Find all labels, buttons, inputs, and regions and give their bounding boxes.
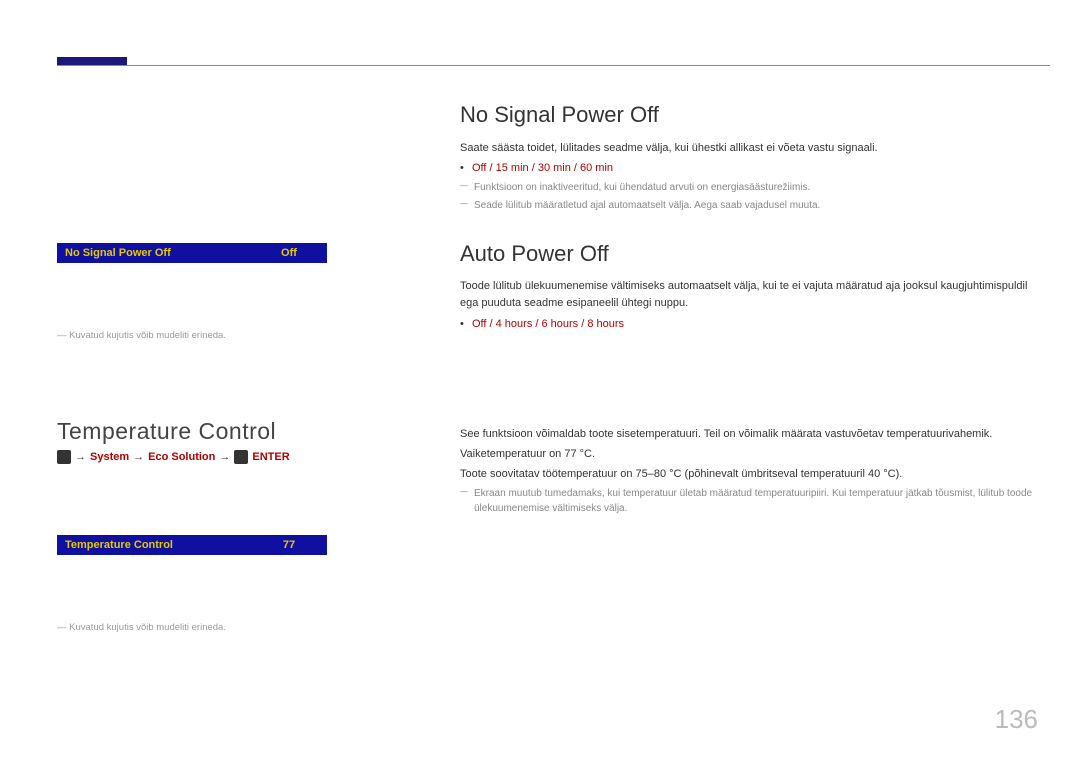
ui-nosignal-value: Off — [259, 247, 319, 259]
arrow-icon: → — [219, 451, 230, 463]
accent-bar — [57, 57, 127, 65]
enter-icon — [234, 450, 248, 464]
options-auto: Off / 4 hours / 6 hours / 8 hours — [460, 316, 1040, 333]
page-top-rule — [57, 65, 1050, 66]
arrow-icon: → — [133, 451, 144, 463]
path-eco: Eco Solution — [148, 451, 215, 463]
footnote-2: ― Kuvatud kujutis võib mudeliti erineda. — [57, 622, 392, 633]
arrow-icon: → — [75, 451, 86, 463]
ui-temp-label: Temperature Control — [65, 539, 173, 551]
note-nosignal-1: Funktsioon on inaktiveeritud, kui ühenda… — [460, 180, 1040, 195]
text-temp-3: Toote soovitatav töötemperatuur on 75–80… — [460, 466, 1040, 483]
note-temp: Ekraan muutub tumedamaks, kui temperatuu… — [460, 486, 1040, 516]
ui-temp-value: 77 — [259, 539, 319, 551]
footnote-1: ― Kuvatud kujutis võib mudeliti erineda. — [57, 330, 392, 341]
ui-preview-temperature: Temperature Control 77 — [57, 535, 327, 555]
options-auto-values: Off / 4 hours / 6 hours / 8 hours — [472, 318, 624, 330]
ui-preview-nosignal: No Signal Power Off Off — [57, 243, 327, 263]
text-auto-desc: Toode lülitub ülekuumenemise vältimiseks… — [460, 278, 1040, 312]
path-enter: ENTER — [252, 451, 289, 463]
options-nosignal: Off / 15 min / 30 min / 60 min — [460, 160, 1040, 177]
options-nosignal-values: Off / 15 min / 30 min / 60 min — [472, 162, 613, 174]
path-system: System — [90, 451, 129, 463]
menu-path-temperature: → System → Eco Solution → ENTER — [57, 450, 392, 464]
text-temp-2: Vaiketemperatuur on 77 °C. — [460, 446, 1040, 463]
text-temp-1: See funktsioon võimaldab toote sisetempe… — [460, 426, 1040, 443]
ui-nosignal-label: No Signal Power Off — [65, 247, 171, 259]
heading-autopoweroff: Auto Power Off — [460, 241, 1040, 267]
heading-temperature-left: Temperature Control — [57, 418, 392, 445]
note-nosignal-2: Seade lülitub määratletud ajal automaats… — [460, 198, 1040, 213]
text-nosignal-desc: Saate säästa toidet, lülitades seadme vä… — [460, 140, 1040, 157]
page-number: 136 — [995, 704, 1038, 735]
heading-nosignal: No Signal Power Off — [460, 102, 1040, 128]
menu-icon — [57, 450, 71, 464]
